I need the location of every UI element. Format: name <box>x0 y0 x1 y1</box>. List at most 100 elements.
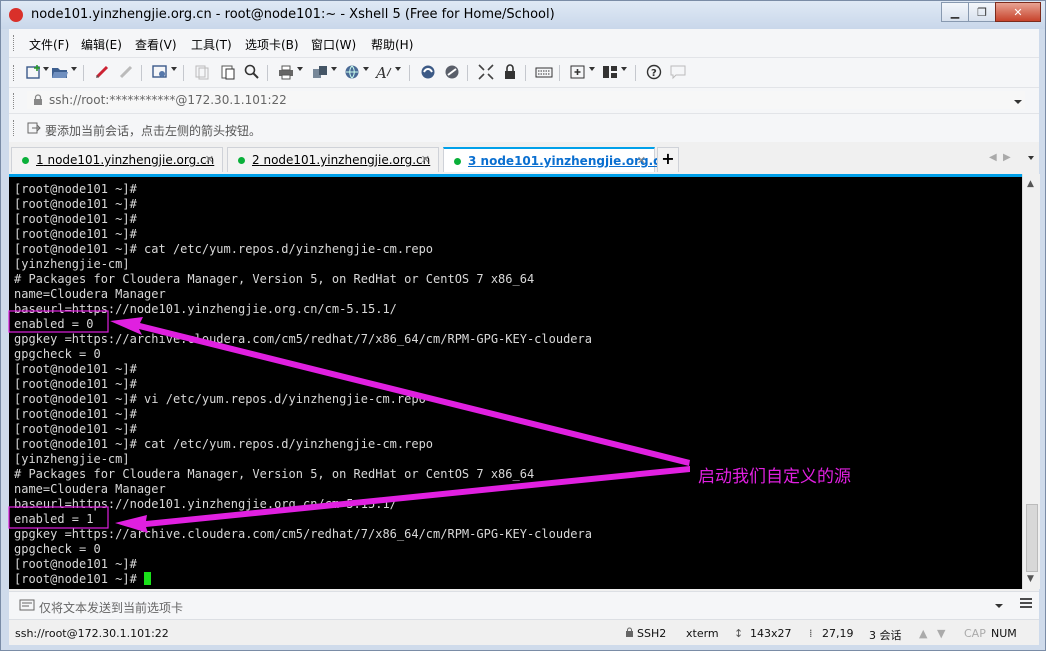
send-target-dropdown-icon[interactable] <box>995 604 1003 608</box>
addressbar-grip[interactable] <box>13 93 17 109</box>
chat-icon[interactable] <box>669 63 687 81</box>
scrollbar-thumb[interactable] <box>1026 504 1038 572</box>
menu-tabs[interactable]: 选项卡(B) <box>245 36 299 53</box>
properties-dropdown-icon[interactable] <box>171 67 177 71</box>
open-folder-icon[interactable] <box>51 63 69 81</box>
disconnect-icon[interactable] <box>117 63 135 81</box>
tab-close-icon[interactable]: ✕ <box>205 153 214 166</box>
reconnect-icon[interactable] <box>93 63 111 81</box>
font-icon[interactable]: A <box>375 63 393 81</box>
terminal-line: [yinzhengjie-cm] <box>14 452 130 466</box>
terminal-line: gpgcheck = 0 <box>14 542 101 556</box>
new-session-icon[interactable] <box>25 63 43 81</box>
print-dropdown-icon[interactable] <box>297 67 303 71</box>
window-controls: ▁ ❐ ✕ <box>941 2 1041 22</box>
new-session-dropdown-icon[interactable] <box>43 67 49 71</box>
tab-list-dropdown-icon[interactable] <box>1028 156 1034 160</box>
compose-dropdown-icon[interactable] <box>589 67 595 71</box>
help-icon[interactable]: ? <box>645 63 663 81</box>
transfer-icon[interactable] <box>311 63 329 81</box>
terminal-line: [root@node101 ~]# <box>14 422 137 436</box>
tab-session-2[interactable]: 2 node101.yinzhengjie.org.cn ✕ <box>227 147 439 172</box>
menu-edit[interactable]: 编辑(E) <box>81 36 122 53</box>
send-text-input[interactable]: 仅将文本发送到当前选项卡 <box>39 599 183 616</box>
find-icon[interactable] <box>243 63 261 81</box>
open-dropdown-icon[interactable] <box>71 67 77 71</box>
status-lock-icon <box>625 627 634 640</box>
terminal-line: [root@node101 ~]# <box>14 557 137 571</box>
menu-lines-icon[interactable] <box>1019 597 1033 613</box>
menu-window[interactable]: 窗口(W) <box>311 36 356 53</box>
close-icon: ✕ <box>1013 5 1023 19</box>
tab-status-dot <box>22 157 29 164</box>
add-session-arrow-icon[interactable] <box>27 122 41 137</box>
new-tab-button[interactable]: + <box>657 147 679 172</box>
terminal-line: gpgkey =https://archive.cloudera.com/cm5… <box>14 527 592 541</box>
session-up-icon[interactable]: ▲ <box>919 627 927 640</box>
tab-session-3[interactable]: 3 node101.yinzhengjie.org.cn ✕ <box>443 147 669 172</box>
tab-session-1[interactable]: 1 node101.yinzhengjie.org.cn ✕ <box>11 147 223 172</box>
scroll-down-icon[interactable]: ▼ <box>1027 574 1034 584</box>
menu-view[interactable]: 查看(V) <box>135 36 177 53</box>
paste-icon[interactable] <box>219 63 237 81</box>
compose-bar-icon[interactable] <box>19 599 35 614</box>
session-hint-text: 要添加当前会话，点击左侧的箭头按钮。 <box>45 124 262 138</box>
minimize-button[interactable]: ▁ <box>941 2 969 22</box>
send-text-bar: 仅将文本发送到当前选项卡 <box>9 591 1039 620</box>
terminal-line: name=Cloudera Manager <box>14 482 166 496</box>
menubar-grip[interactable] <box>13 35 17 51</box>
close-button[interactable]: ✕ <box>995 2 1041 22</box>
tab-label: 2 node101.yinzhengjie.org.cn <box>252 153 431 167</box>
xmanager-icon[interactable] <box>443 63 461 81</box>
menu-file[interactable]: 文件(F) <box>29 36 69 53</box>
status-cursor-position: 27,19 <box>822 627 854 640</box>
session-down-icon[interactable]: ▼ <box>937 627 945 640</box>
globe-icon[interactable] <box>343 63 361 81</box>
session-hint-bar: 要添加当前会话，点击左侧的箭头按钮。 <box>9 113 1039 142</box>
terminal-line: [root@node101 ~]# cat /etc/yum.repos.d/y… <box>14 242 434 256</box>
keyboard-icon[interactable] <box>535 63 553 81</box>
toolbar: A ? <box>9 57 1039 88</box>
font-dropdown-icon[interactable] <box>395 67 401 71</box>
hintbar-grip[interactable] <box>13 120 17 136</box>
tab-scroll-right-icon[interactable]: ▶ <box>1003 152 1011 163</box>
xshell-window: node101.yinzhengjie.org.cn - root@node10… <box>0 0 1046 651</box>
tab-scroll-left-icon[interactable]: ◀ <box>989 152 997 163</box>
globe-dropdown-icon[interactable] <box>363 67 369 71</box>
terminal[interactable]: [root@node101 ~]# [root@node101 ~]# [roo… <box>9 174 1022 589</box>
xftp-icon[interactable] <box>419 63 437 81</box>
toolbar-grip[interactable] <box>13 65 17 81</box>
terminal-line: [root@node101 ~]# <box>14 227 137 241</box>
title-bar[interactable]: node101.yinzhengjie.org.cn - root@node10… <box>1 1 1045 29</box>
xshell-app-icon[interactable] <box>9 8 23 22</box>
terminal-line: [yinzhengjie-cm] <box>14 257 130 271</box>
layout-icon[interactable] <box>601 63 619 81</box>
terminal-line: [root@node101 ~]# <box>14 377 137 391</box>
copy-icon[interactable] <box>193 63 211 81</box>
add-compose-icon[interactable] <box>569 63 587 81</box>
lock-screen-icon[interactable] <box>501 63 519 81</box>
terminal-scrollbar[interactable]: ▲ ▼ <box>1022 174 1040 589</box>
terminal-output: [root@node101 ~]# [root@node101 ~]# [roo… <box>14 182 592 587</box>
maximize-button[interactable]: ❐ <box>968 2 996 22</box>
tab-close-icon[interactable]: ✕ <box>637 154 646 167</box>
print-icon[interactable] <box>277 63 295 81</box>
transfer-dropdown-icon[interactable] <box>331 67 337 71</box>
lock-icon <box>33 94 43 108</box>
menu-tools[interactable]: 工具(T) <box>191 36 232 53</box>
size-icon: ↕ <box>734 627 744 640</box>
terminal-line: [root@node101 ~]# <box>14 572 145 586</box>
terminal-line: # Packages for Cloudera Manager, Version… <box>14 272 535 286</box>
address-dropdown-icon[interactable] <box>1014 100 1022 104</box>
terminal-line: enabled = 0 <box>14 317 94 331</box>
menu-bar: 文件(F) 编辑(E) 查看(V) 工具(T) 选项卡(B) 窗口(W) 帮助(… <box>9 29 1039 57</box>
menu-help[interactable]: 帮助(H) <box>371 36 413 53</box>
properties-icon[interactable] <box>151 63 169 81</box>
layout-dropdown-icon[interactable] <box>621 67 627 71</box>
tab-close-icon[interactable]: ✕ <box>421 153 430 166</box>
address-input[interactable]: ssh://root:***********@172.30.1.101:22 <box>49 93 287 107</box>
fullscreen-icon[interactable] <box>477 63 495 81</box>
annotation-label: 启动我们自定义的源 <box>698 467 851 487</box>
terminal-line: [root@node101 ~]# vi /etc/yum.repos.d/yi… <box>14 392 426 406</box>
scroll-up-icon[interactable]: ▲ <box>1027 179 1034 189</box>
